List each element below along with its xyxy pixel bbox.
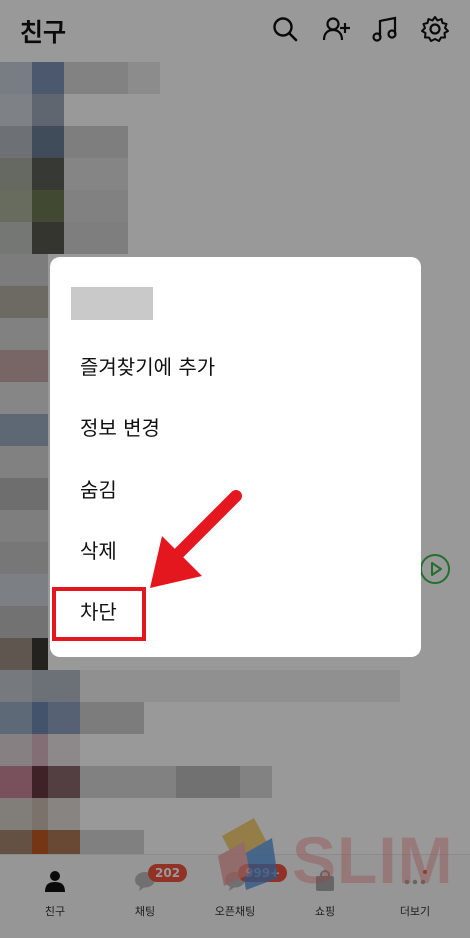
menu-item-add-favorite[interactable]: 즐겨찾기에 추가 [50,337,421,395]
menu-item-label: 정보 변경 [80,416,160,440]
friend-name-placeholder [71,287,153,320]
menu-item-edit-info[interactable]: 정보 변경 [50,398,421,456]
menu-item-label: 삭제 [80,539,117,563]
red-arrow-icon [140,488,250,598]
menu-item-label: 즐겨찾기에 추가 [80,355,216,379]
menu-item-label: 숨김 [80,478,117,502]
block-highlight-box [52,587,146,641]
